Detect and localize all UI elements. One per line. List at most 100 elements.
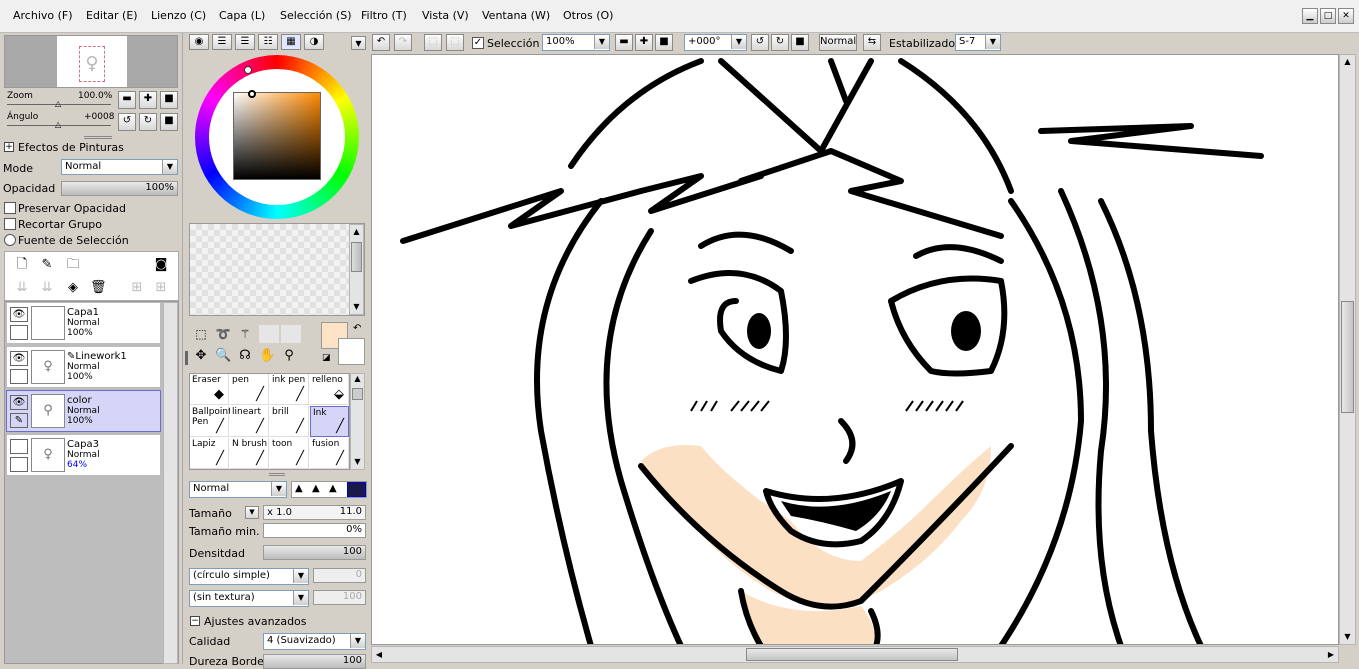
layer-mask-icon[interactable]: ◙ [153, 258, 169, 272]
zoom-slider-thumb[interactable]: △ [55, 99, 61, 108]
brush-shape-hard-icon[interactable]: ▲ [329, 483, 337, 494]
menu-capa[interactable]: Capa (L) [219, 9, 265, 22]
layer-option-a-icon[interactable]: ⊞ [129, 281, 145, 295]
hardness-slider[interactable]: 100 [263, 654, 366, 669]
undo-button[interactable]: ↶ [372, 34, 390, 51]
zoom-tool-icon[interactable]: 🔍 [215, 349, 231, 363]
brush-shape-medium-icon[interactable]: ▲ [312, 483, 320, 494]
saturation-value-square[interactable] [233, 92, 321, 180]
toolbar-zoom-in-button[interactable]: ✚ [635, 34, 653, 51]
scroll-down-icon[interactable]: ▼ [1341, 630, 1354, 644]
swap-colors-icon[interactable]: ↶ [353, 323, 361, 334]
menu-seleccion[interactable]: Selección (S) [280, 9, 352, 22]
scroll-down-icon[interactable]: ▼ [351, 300, 362, 314]
toolbar-zoom-out-button[interactable]: ▬ [615, 34, 633, 51]
size-slider[interactable]: x 1.0 11.0 [263, 505, 366, 520]
brush-shape-square-icon[interactable] [347, 482, 366, 497]
new-layer-icon[interactable]: 🗋 [14, 258, 30, 272]
maximize-button[interactable]: □ [1320, 8, 1336, 24]
drawing-canvas[interactable] [371, 54, 1339, 645]
color-wheel-tab[interactable]: ◉ [189, 34, 209, 50]
layer-lock-toggle[interactable] [10, 369, 28, 384]
tool-ink-selected[interactable]: Ink ╱ [310, 406, 349, 437]
hsv-slider-tab[interactable]: ☰ [235, 34, 255, 50]
tool-relleno[interactable]: relleno ⬙ [310, 374, 349, 405]
toolbar-rotate-left-button[interactable]: ↺ [751, 34, 769, 51]
canvas-vertical-scrollbar[interactable]: ▲ ▼ [1339, 54, 1356, 645]
merge-down-icon[interactable]: ⇊ [39, 281, 55, 295]
menu-editar[interactable]: Editar (E) [86, 9, 138, 22]
menu-otros[interactable]: Otros (O) [563, 9, 613, 22]
menu-filtro[interactable]: Filtro (T) [361, 9, 407, 22]
scroll-left-icon[interactable]: ◀ [372, 648, 386, 661]
rotation-select[interactable]: +000° ▼ [684, 34, 747, 51]
new-linework-layer-icon[interactable]: ✎ [39, 258, 55, 272]
stabilizer-select[interactable]: S-7 ▼ [955, 34, 1001, 51]
rotate-left-button[interactable]: ↺ [118, 113, 136, 131]
tool-lineart[interactable]: lineart ╱ [230, 406, 269, 437]
layer-row[interactable]: 👁 Capa1 Normal 100% [6, 302, 161, 344]
swatch-area[interactable] [189, 223, 365, 316]
move-icon[interactable]: ✥ [193, 349, 209, 363]
sv-handle[interactable] [248, 90, 256, 98]
layer-opacity-bar[interactable]: 100% [61, 181, 178, 196]
tool-fusion[interactable]: fusion ╱ [310, 438, 349, 469]
min-size-slider[interactable]: 0% [263, 523, 366, 538]
tool-ink-pen[interactable]: ink pen ╱ [270, 374, 309, 405]
angle-slider-thumb[interactable]: △ [55, 120, 61, 129]
minimize-button[interactable]: ▁ [1302, 8, 1318, 24]
scroll-up-icon[interactable]: ▲ [1341, 55, 1354, 69]
visibility-toggle[interactable] [10, 439, 28, 454]
menu-ventana[interactable]: Ventana (W) [482, 9, 550, 22]
rotate-reset-button[interactable]: ■ [160, 113, 178, 131]
brush-texture-select[interactable]: (sin textura) ▼ [189, 590, 309, 607]
rect-select-icon[interactable]: ⬚ [193, 327, 209, 341]
panel-splitter[interactable] [269, 473, 285, 476]
hue-handle[interactable] [244, 66, 252, 74]
tool-pen[interactable]: pen ╱ [230, 374, 269, 405]
reset-colors-icon[interactable]: ◪ [322, 353, 331, 363]
layer-row[interactable]: 👁 ♀ ✎Linework1 Normal 100% [6, 346, 161, 388]
hand-tool-icon[interactable]: ✋ [259, 349, 275, 363]
toolbar-rotate-reset-button[interactable]: ■ [791, 34, 809, 51]
scratchpad-tab[interactable]: ◑ [304, 34, 324, 50]
scroll-up-icon[interactable]: ▲ [352, 374, 363, 386]
transfer-down-icon[interactable]: ⇊ [14, 281, 30, 295]
canvas-horizontal-scrollbar[interactable]: ◀ ▶ [371, 646, 1339, 663]
close-button[interactable]: ✕ [1338, 8, 1354, 24]
selection-source-checkbox[interactable] [4, 234, 16, 246]
toolbar-zoom-reset-button[interactable]: ■ [655, 34, 673, 51]
toolbar-rotate-right-button[interactable]: ↻ [771, 34, 789, 51]
rotate-right-button[interactable]: ↻ [139, 113, 157, 131]
menu-lienzo[interactable]: Lienzo (C) [151, 9, 206, 22]
density-slider[interactable]: 100 [263, 545, 366, 560]
tool-lapiz[interactable]: Lapiz ╱ [190, 438, 229, 469]
brush-shape-select[interactable]: (círculo simple) ▼ [189, 568, 309, 585]
magic-wand-icon[interactable]: ⚚ [237, 327, 253, 341]
invert-selection-button[interactable]: ⬚ [446, 34, 464, 51]
lasso-select-icon[interactable]: ➰ [215, 327, 231, 341]
tool-toon[interactable]: toon ╱ [270, 438, 309, 469]
zoom-select[interactable]: 100% ▼ [542, 34, 610, 51]
scroll-up-icon[interactable]: ▲ [351, 225, 362, 239]
panel-splitter[interactable] [84, 136, 112, 139]
panel-grip[interactable] [185, 351, 188, 365]
layer-row[interactable]: ♀ Capa3 Normal 64% [6, 434, 161, 476]
secondary-color-swatch[interactable] [338, 338, 365, 365]
color-wheel[interactable] [195, 55, 359, 219]
scroll-down-icon[interactable]: ▼ [352, 457, 363, 469]
collapse-advanced-icon[interactable]: − [190, 616, 200, 626]
navigator-preview[interactable]: ♀ [4, 35, 178, 88]
tool-grid-scrollbar-thumb[interactable] [352, 388, 363, 400]
selection-visible-checkbox[interactable]: ✓ [472, 37, 484, 49]
rgb-slider-tab[interactable]: ☰ [212, 34, 232, 50]
layer-mode-select[interactable]: Normal ▼ [61, 159, 178, 175]
zoom-reset-button[interactable]: ■ [160, 91, 178, 109]
swatches-tab[interactable]: ▦ [281, 34, 301, 50]
brush-blend-select[interactable]: Normal ▼ [189, 481, 287, 498]
deselect-button[interactable]: ⬚ [424, 34, 442, 51]
scroll-right-icon[interactable]: ▶ [1324, 648, 1338, 661]
visibility-eye-icon[interactable]: 👁 [10, 307, 28, 322]
tool-eraser[interactable]: Eraser ◆ [190, 374, 229, 405]
gradient-slider-tab[interactable]: ☷ [258, 34, 278, 50]
